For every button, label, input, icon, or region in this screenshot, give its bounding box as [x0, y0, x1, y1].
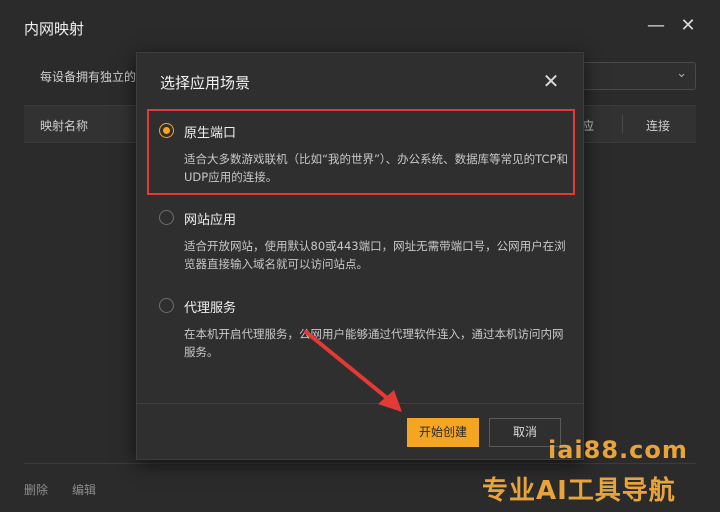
option-description: 适合开放网站，使用默认80或443端口，网址无需带端口号，公网用户在浏览器直接输…	[184, 239, 566, 271]
option-description: 适合大多数游戏联机（比如“我的世界”）、办公系统、数据库等常见的TCP和UDP应…	[184, 152, 568, 184]
start-create-button[interactable]: 开始创建	[407, 418, 479, 447]
column-mapping-name: 映射名称	[40, 119, 89, 133]
device-select[interactable]: ⌄	[570, 62, 696, 90]
close-icon[interactable]: ✕	[539, 69, 563, 93]
radio-icon[interactable]	[159, 298, 174, 313]
delete-button[interactable]: 删除	[24, 481, 48, 498]
edit-button[interactable]: 编辑	[72, 481, 96, 498]
radio-icon[interactable]	[159, 210, 174, 225]
start-create-label: 开始创建	[418, 425, 467, 439]
option-label: 原生端口	[184, 126, 237, 141]
scene-select-dialog: 选择应用场景 ✕ 原生端口 适合大多数游戏联机（比如“我的世界”）、办公系统、数…	[136, 52, 584, 460]
option-label: 网站应用	[184, 213, 237, 228]
dialog-footer-divider	[137, 403, 583, 404]
watermark-slogan: 专业AI工具导航	[482, 476, 676, 506]
window-description: 每设备拥有独立的	[40, 70, 137, 84]
watermark-domain: iai88.com	[548, 436, 688, 464]
chevron-down-icon: ⌄	[676, 66, 687, 81]
column-divider	[622, 114, 623, 134]
option-label: 代理服务	[184, 301, 237, 316]
close-icon[interactable]: ✕	[678, 16, 698, 36]
column-connection: 连接	[646, 119, 671, 133]
option-description: 在本机开启代理服务，公网用户能够通过代理软件连入，通过本机访问内网服务。	[184, 327, 564, 359]
dialog-title: 选择应用场景	[160, 74, 251, 92]
minimize-icon[interactable]: —	[646, 16, 666, 36]
window-title: 内网映射	[24, 20, 85, 38]
radio-selected-icon[interactable]	[159, 123, 174, 138]
